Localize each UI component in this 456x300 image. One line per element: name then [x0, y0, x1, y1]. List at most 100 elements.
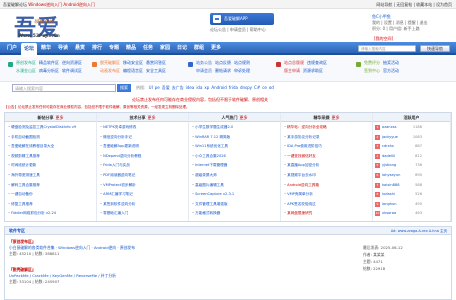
thread-link[interactable]: •ScreenCapture v2.3.1 — [192, 192, 278, 196]
thread-title[interactable]: 精华帖：逆向分析全攻略 — [287, 125, 327, 129]
thread-title[interactable]: 吾爱破解App更新说明 — [103, 144, 139, 148]
thread-title[interactable]: 某网盘限速研究 — [287, 211, 312, 215]
thread-title[interactable]: 万能格式转换器 — [195, 211, 220, 215]
sub-link[interactable]: 脱壳破解区 — [100, 60, 120, 65]
thread-link[interactable]: •PDF阅读器逆向笔记 — [100, 173, 186, 178]
thread-link[interactable]: •微信逆向分析手记 — [100, 135, 186, 140]
more-link[interactable]: 更多 — [148, 115, 156, 120]
sub-link[interactable]: 申请会员 — [196, 68, 212, 73]
sub-link[interactable]: 版主申请 — [284, 68, 300, 73]
thread-title[interactable]: Android逆向工具箱 — [287, 183, 319, 187]
thread-title[interactable]: 微信逆向分析手记 — [103, 135, 132, 139]
thread-title[interactable]: 超级录屏大师 — [195, 173, 217, 177]
hot-keyword[interactable]: od — [269, 85, 274, 90]
hot-keyword[interactable]: idea — [186, 85, 195, 90]
sub-link[interactable]: 精品软件区 — [39, 60, 59, 65]
sub-link[interactable]: 悬赏问答区 — [146, 60, 166, 65]
nav-tab[interactable]: 论坛 — [21, 43, 37, 55]
hot-keyword[interactable]: UI — [149, 85, 153, 90]
hot-keyword[interactable]: 吾爱 — [162, 85, 170, 90]
thread-title[interactable]: 吾爱破解在线教程目录大全 — [11, 144, 54, 148]
hot-keyword[interactable]: xp — [204, 85, 209, 90]
thread-title[interactable]: NETPK安卓游戏修改 — [103, 125, 136, 129]
nav-tab[interactable]: 任务 — [140, 42, 156, 55]
sub-link[interactable]: 病毒分析区 — [39, 68, 59, 73]
thread-link[interactable]: •零基础汇编入门 — [100, 211, 186, 216]
nav-tab[interactable]: 群组 — [191, 42, 207, 55]
announcement[interactable]: 【公告】论坛禁止发布任何可能存在商业侵权内容，包括但不限于软件破解、原创等相关资… — [4, 104, 452, 110]
user-name[interactable]: dadellll — [382, 154, 395, 158]
hot-keyword[interactable]: Android — [211, 85, 226, 90]
sub-link[interactable]: 删帖请求 — [215, 68, 231, 73]
hot-keyword[interactable]: ida — [196, 85, 202, 90]
user-name[interactable]: ozanxss — [382, 125, 396, 129]
active-user[interactable]: 4 dadellll 812 — [375, 153, 423, 159]
active-user[interactable]: 10 xksoraa 463 — [375, 211, 423, 217]
more-link[interactable]: 更多 — [240, 115, 248, 120]
thread-link[interactable]: •吾爱破解在线教程目录大全 — [8, 144, 94, 149]
thread-link[interactable]: •文件管理工具增强版 — [192, 202, 278, 207]
thread-title[interactable]: Win11系统优化工具 — [195, 144, 228, 148]
thread-link[interactable]: •时间线统计更新 — [8, 163, 94, 168]
thread-title[interactable]: VMP壳简单分析 — [287, 192, 313, 196]
topbar-home-link[interactable]: 吾爱破解论坛 — [3, 2, 27, 7]
thread-link[interactable]: •APK签名校验绕过 — [284, 202, 370, 207]
active-user[interactable]: 2 jackyyue 1063 — [375, 134, 423, 140]
thread-link[interactable]: •视频剪辑工具推荐 — [8, 154, 94, 159]
thread-link[interactable]: •万能格式转换器 — [192, 211, 278, 216]
thread-link[interactable]: •某视频平台去水印 — [284, 173, 370, 178]
thread-link[interactable]: •Frida入门与实战 — [100, 163, 186, 168]
thread-link[interactable]: •Android逆向工具箱 — [284, 183, 370, 188]
search-button[interactable]: 搜索 — [117, 84, 131, 92]
thread-link[interactable]: •VMP壳简单分析 — [284, 192, 370, 197]
user-name[interactable]: lohyseyun — [382, 173, 400, 177]
thread-title[interactable]: 某签到软件逆向分析 — [103, 202, 135, 206]
thread-title[interactable]: 某手游协议分析记录 — [287, 135, 319, 139]
thread-title[interactable]: Internet下载管理器 — [195, 163, 227, 167]
nav-tab[interactable]: 更多 — [208, 42, 224, 55]
user-name[interactable]: longhun — [382, 202, 397, 206]
topbar-win-link[interactable]: Windows逆向入门 — [28, 2, 62, 7]
thread-link[interactable]: •NDepend逆向分析教程 — [100, 154, 186, 159]
thread-link[interactable]: •高级图片编辑工具 — [192, 183, 278, 188]
hot-keyword[interactable]: dnspy — [240, 85, 252, 90]
thread-title[interactable]: 小学生数学题生成器2.0 — [195, 125, 233, 129]
topbar-right[interactable]: 网站导航 | 无回复帖 | 收藏本站 | 设为首页 — [376, 0, 452, 9]
sub-link[interactable]: 软件调试区 — [62, 68, 82, 73]
thread-link[interactable]: •精华帖：逆向分析全攻略 — [284, 125, 370, 130]
sub-link[interactable]: 安全工具区 — [146, 68, 166, 73]
thread-link[interactable]: •一键查找微信好友 — [284, 154, 370, 159]
search-input[interactable]: 请输入搜索内容 — [12, 84, 116, 92]
header-links[interactable]: 论坛公告 | 申请会员 | 帮助中心 — [210, 27, 266, 33]
thread-title[interactable]: VMProtect初步解析 — [103, 183, 136, 187]
thread-title[interactable]: 一键查找微信好友 — [287, 154, 316, 158]
sub-link[interactable]: 站点反馈 — [215, 60, 231, 65]
sub-link[interactable]: 签到中心 — [364, 68, 380, 73]
thread-link[interactable]: •一键自动备份 — [8, 192, 94, 197]
hot-keyword[interactable]: ce — [262, 85, 267, 90]
thread-title[interactable]: 手机自动截图检测 — [11, 135, 40, 139]
sub-link[interactable]: 官方活动 — [383, 68, 399, 73]
thread-link[interactable]: •Internet下载管理器 — [192, 163, 278, 168]
sub-link[interactable]: 逆向资源区 — [62, 60, 82, 65]
thread-title[interactable]: 解码工具合集推荐 — [11, 183, 40, 187]
thread-title[interactable]: 修复工具推荐 — [11, 202, 33, 206]
thread-title[interactable]: 海外带宽测速工具 — [11, 173, 40, 177]
sub-link[interactable]: 移动安全区 — [123, 60, 143, 65]
user-name[interactable]: cdrshs — [382, 144, 394, 148]
active-user[interactable]: 1 ozanxss 1186 — [375, 125, 423, 130]
thread-link[interactable]: •海外带宽测速工具 — [8, 173, 94, 178]
thread-title[interactable]: ARM汇编学习笔记 — [103, 192, 133, 196]
thread-title[interactable]: 某视频平台去水印 — [287, 173, 316, 177]
sub-link[interactable]: 原创发布区 — [16, 60, 36, 65]
thread-link[interactable]: •修复工具推荐 — [8, 202, 94, 207]
thread-link[interactable]: •硬盘检测及监控工具CrystalDiskInfo v9 — [8, 125, 94, 130]
thread-title[interactable]: PDF阅读器逆向笔记 — [103, 173, 135, 177]
sub-link[interactable]: 抽奖活动 — [383, 60, 399, 65]
thread-link[interactable]: •IDA Pro使用进阶技巧 — [284, 144, 370, 149]
nav-tab[interactable]: 导读 — [55, 42, 71, 55]
nav-tab[interactable]: 门户 — [4, 42, 20, 55]
active-user[interactable]: 3 cdrshs 887 — [375, 144, 423, 150]
user-name[interactable]: kaixin888 — [382, 183, 399, 187]
sub-link[interactable]: 水漫金山区 — [16, 68, 36, 73]
